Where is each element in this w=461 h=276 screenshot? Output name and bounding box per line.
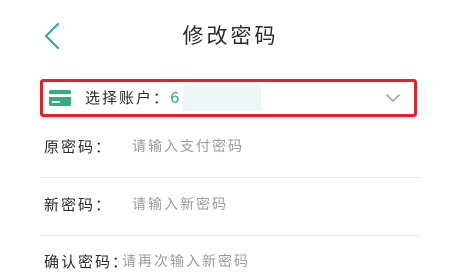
page-title: 修改密码 (182, 24, 279, 48)
confirm-password-label: 确认密码： (44, 253, 130, 271)
bank-card-icon (49, 90, 71, 106)
old-password-input[interactable] (132, 135, 412, 159)
new-password-row: 新密码： (40, 185, 420, 225)
account-number: 6 (170, 89, 180, 107)
old-password-row: 原密码： (40, 127, 420, 167)
divider (40, 177, 421, 178)
chevron-down-icon[interactable] (384, 89, 402, 107)
account-number-mask (183, 85, 261, 111)
top-bar: 修改密码 (0, 0, 461, 68)
change-password-screen: 修改密码 选择账户： 6 原密码： 新密码： 确认密码： (0, 0, 461, 276)
confirm-password-input[interactable] (122, 250, 412, 274)
account-select-label: 选择账户： (85, 89, 171, 107)
account-select[interactable]: 选择账户： 6 (40, 79, 417, 117)
new-password-label: 新密码： (44, 196, 113, 214)
new-password-input[interactable] (132, 193, 412, 217)
confirm-password-row: 确认密码： (40, 242, 420, 276)
divider (40, 235, 421, 236)
old-password-label: 原密码： (44, 138, 113, 156)
